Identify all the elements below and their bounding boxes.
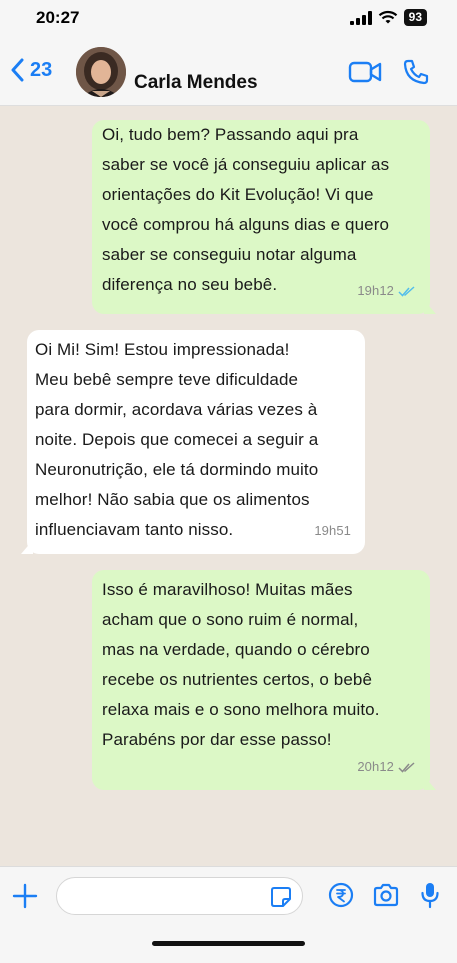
chevron-left-icon [11,58,24,82]
plus-icon [12,883,38,909]
microphone-icon [421,883,439,909]
avatar-image [76,47,126,97]
double-check-icon [398,761,415,773]
payment-button[interactable] [328,882,354,913]
message-time: 20h12 [357,759,394,774]
sticker-icon [271,887,291,907]
home-indicator[interactable] [152,941,305,946]
chat-area: Oi, tudo bem? Passando aqui pra saber se… [0,106,457,866]
back-button[interactable]: 23 [10,58,52,82]
message-meta: 19h51 [314,516,351,546]
microphone-button[interactable] [420,881,440,914]
voice-call-button[interactable] [402,58,430,91]
message-bubble-outgoing[interactable]: Oi, tudo bem? Passando aqui pra saber se… [92,120,436,314]
double-check-icon [398,285,415,297]
message-bubble-incoming[interactable]: Oi Mi! Sim! Estou impressionada! Meu beb… [21,330,365,554]
bubble-tail [424,300,436,314]
sticker-button[interactable] [270,886,292,913]
bubble-tail [424,776,436,790]
rupee-icon [328,882,354,908]
message-meta: 19h12 [357,276,416,306]
message-text: Isso é maravilhoso! Muitas mães acham qu… [102,580,380,749]
contact-avatar[interactable] [76,47,126,97]
battery-level: 93 [403,9,427,26]
message-time: 19h12 [357,283,394,298]
bubble-tail [21,540,33,554]
unread-count: 23 [30,58,53,81]
message-meta: 20h12 [357,752,416,782]
contact-name[interactable]: Carla Mendes [134,72,258,94]
message-text: Oi Mi! Sim! Estou impressionada! Meu beb… [35,340,319,539]
message-text: Oi, tudo bem? Passando aqui pra saber se… [102,125,390,294]
chat-header: 23 Carla Mendes [0,40,457,106]
message-time: 19h51 [314,523,351,538]
status-time: 20:27 [36,8,80,27]
message-composer [0,866,457,963]
video-call-button[interactable] [348,60,382,89]
message-bubble-outgoing[interactable]: Isso é maravilhoso! Muitas mães acham qu… [92,570,436,790]
camera-button[interactable] [372,883,400,912]
video-camera-icon [348,61,382,83]
phone-icon [403,59,429,85]
message-input[interactable] [56,877,303,915]
status-icons: 93 [349,9,427,26]
status-bar: 20:27 93 [0,0,457,40]
camera-icon [373,883,399,907]
wifi-icon [378,10,397,24]
attach-button[interactable] [12,883,38,914]
signal-icon [349,10,372,25]
